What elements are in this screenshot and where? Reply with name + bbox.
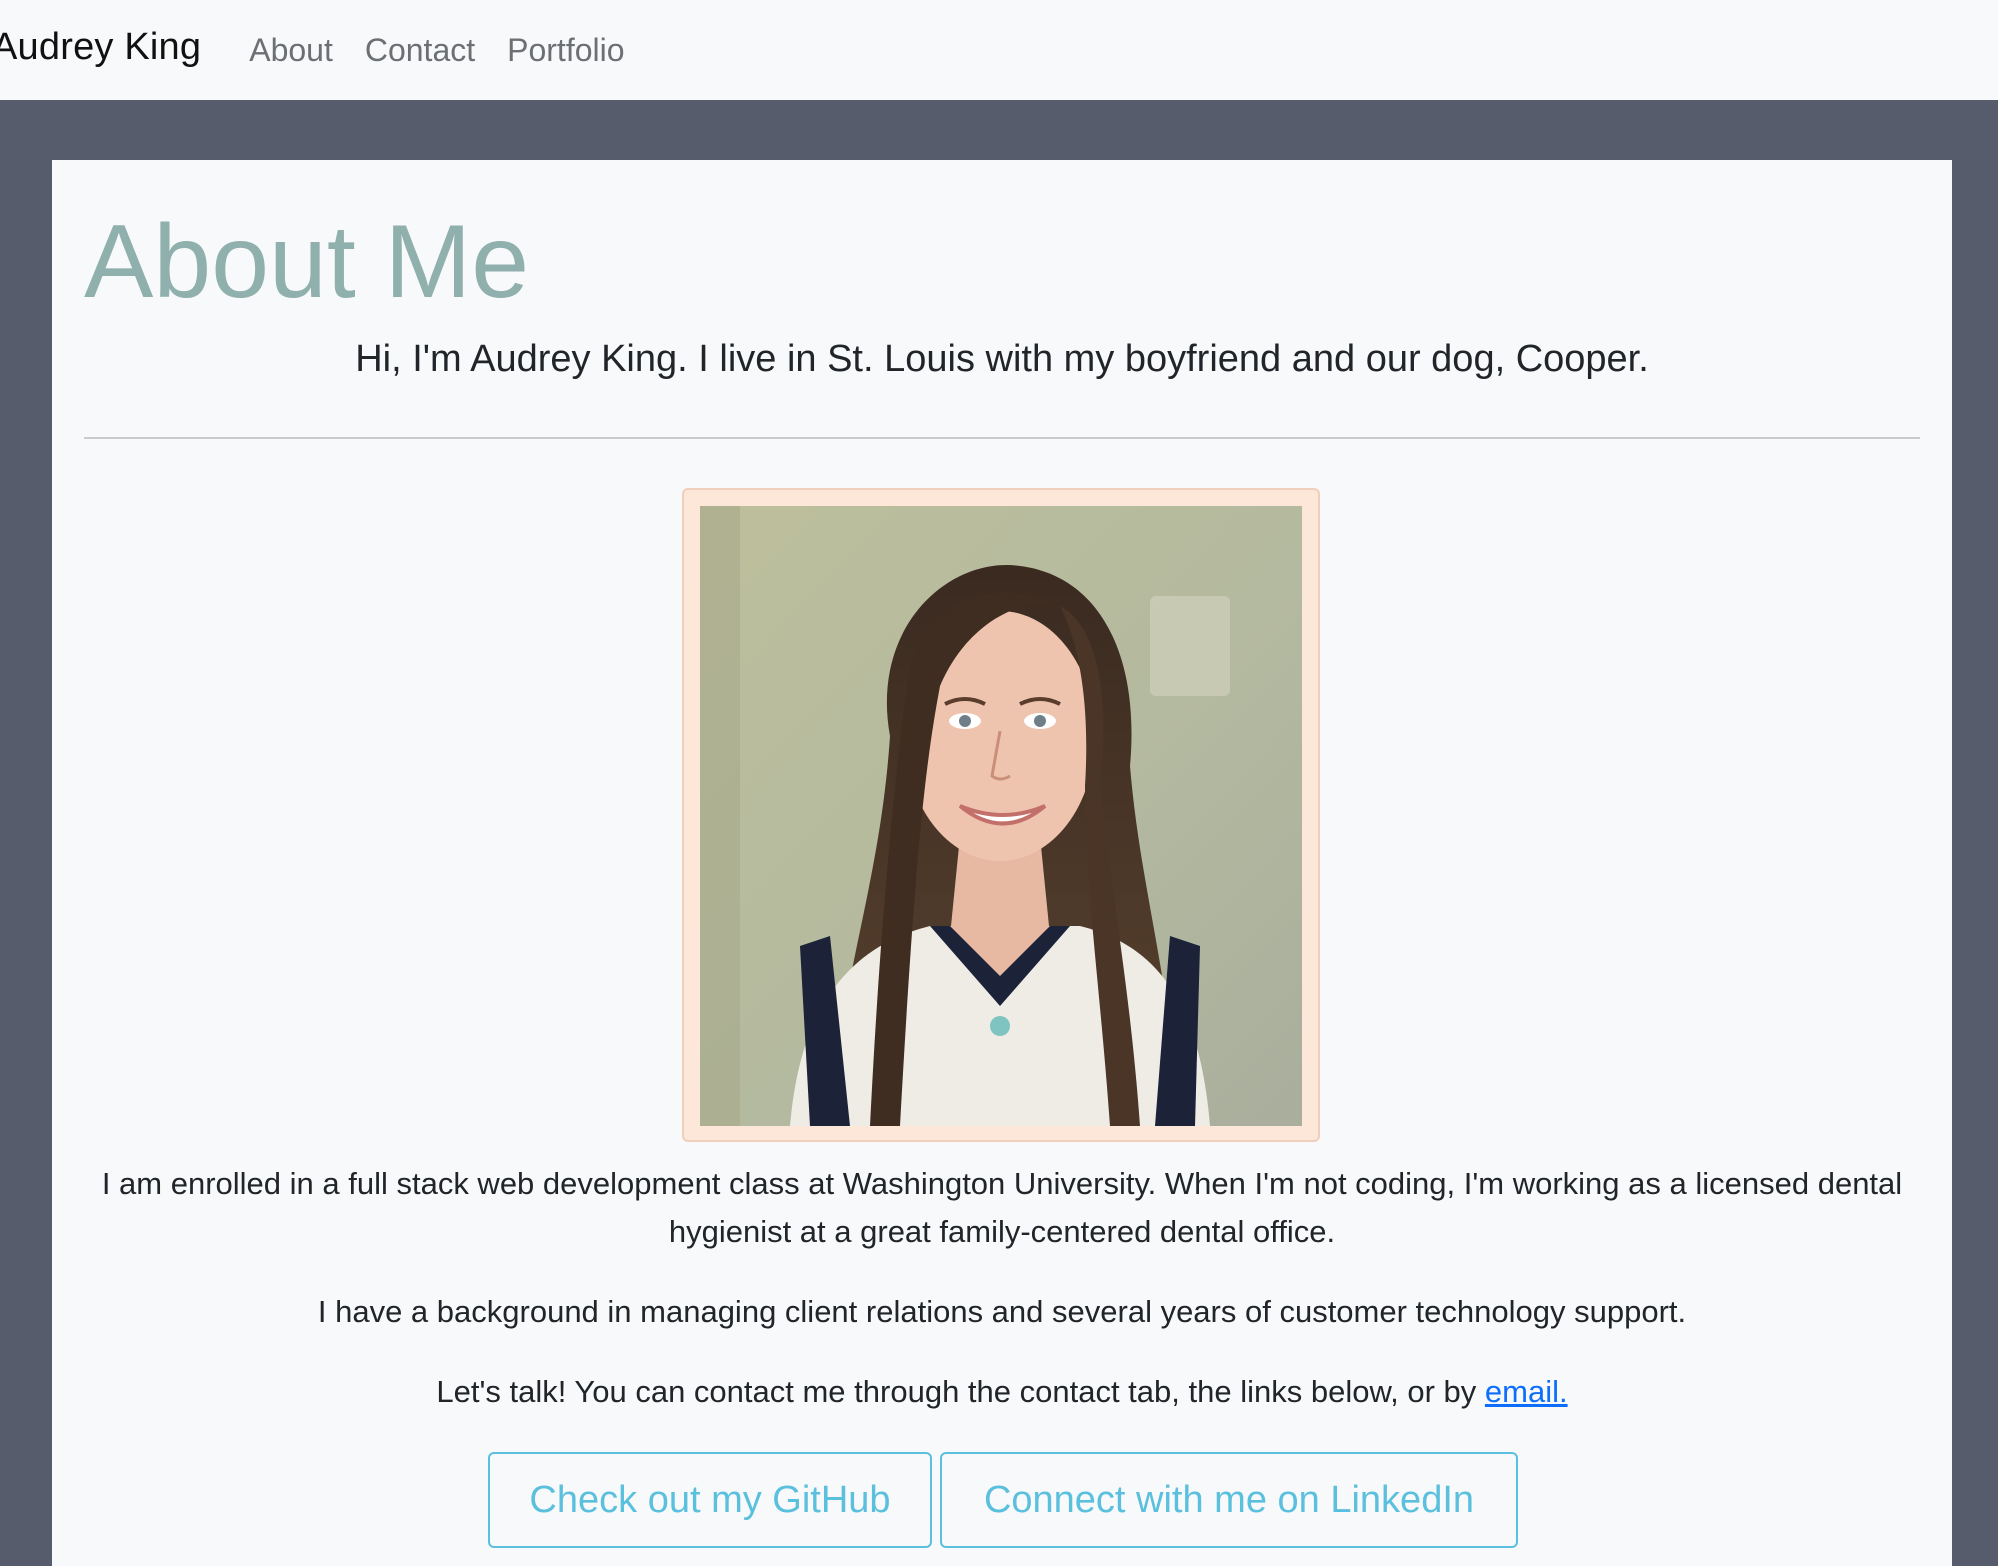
divider (84, 437, 1920, 439)
profile-photo-frame (682, 488, 1320, 1142)
nav-link-about[interactable]: About (249, 32, 333, 69)
nav-link-contact[interactable]: Contact (365, 32, 475, 69)
page-title: About Me (84, 204, 530, 320)
navbar: Audrey King About Contact Portfolio (0, 0, 1998, 100)
contact-paragraph: Let's talk! You can contact me through t… (52, 1368, 1952, 1416)
profile-photo (700, 506, 1302, 1126)
navbar-brand[interactable]: Audrey King (0, 26, 201, 69)
bio-paragraph-background: I have a background in managing client r… (317, 1294, 1687, 1329)
contact-text: Let's talk! You can contact me through t… (436, 1374, 1477, 1409)
github-button[interactable]: Check out my GitHub (488, 1452, 932, 1548)
linkedin-button[interactable]: Connect with me on LinkedIn (940, 1452, 1518, 1548)
email-link[interactable]: email. (1485, 1374, 1568, 1409)
about-container: About Me Hi, I'm Audrey King. I live in … (52, 160, 1952, 1566)
portrait-image (700, 506, 1302, 1126)
nav-link-portfolio[interactable]: Portfolio (507, 32, 624, 69)
intro-lead: Hi, I'm Audrey King. I live in St. Louis… (355, 338, 1649, 380)
bio-paragraph-education: I am enrolled in a full stack web develo… (101, 1166, 1903, 1249)
